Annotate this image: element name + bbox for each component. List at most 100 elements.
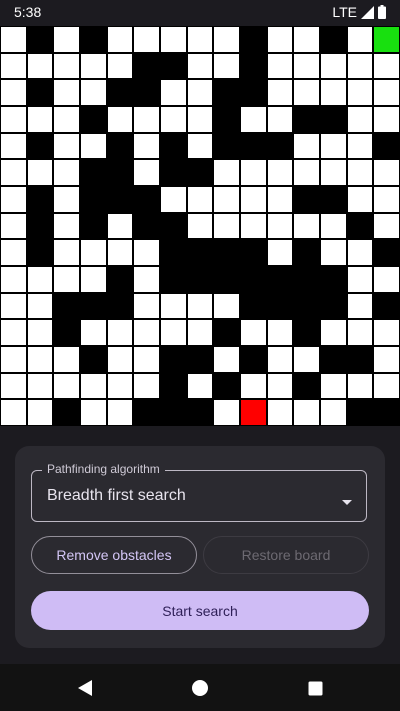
grid-cell[interactable] [53, 79, 80, 106]
grid-cell[interactable] [53, 52, 80, 80]
wall-cell[interactable] [373, 239, 400, 266]
grid-cell[interactable] [213, 185, 240, 213]
wall-cell[interactable] [26, 79, 54, 106]
grid-cell[interactable] [346, 105, 374, 133]
grid-cell[interactable] [346, 185, 374, 213]
grid-cell[interactable] [239, 185, 267, 213]
grid-cell[interactable] [346, 79, 374, 106]
grid-cell[interactable] [239, 319, 267, 346]
grid-cell[interactable] [293, 52, 320, 80]
wall-cell[interactable] [79, 212, 107, 240]
wall-cell[interactable] [133, 399, 160, 426]
wall-cell[interactable] [293, 239, 320, 266]
wall-cell[interactable] [159, 159, 187, 186]
grid-cell[interactable] [266, 319, 294, 346]
grid-cell[interactable] [319, 239, 347, 266]
pathfinding-grid[interactable] [0, 26, 400, 426]
grid-cell[interactable] [133, 105, 160, 133]
grid-cell[interactable] [266, 399, 294, 426]
wall-cell[interactable] [319, 26, 347, 53]
grid-cell[interactable] [159, 319, 187, 346]
grid-cell[interactable] [0, 105, 27, 133]
grid-cell[interactable] [319, 79, 347, 106]
grid-cell[interactable] [186, 52, 214, 80]
wall-cell[interactable] [53, 319, 80, 346]
grid-cell[interactable] [106, 372, 134, 400]
grid-cell[interactable] [319, 212, 347, 240]
wall-cell[interactable] [319, 265, 347, 293]
wall-cell[interactable] [186, 345, 214, 373]
remove-obstacles-button[interactable]: Remove obstacles [31, 536, 197, 574]
grid-cell[interactable] [133, 319, 160, 346]
wall-cell[interactable] [79, 345, 107, 373]
grid-cell[interactable] [319, 372, 347, 400]
grid-cell[interactable] [266, 26, 294, 53]
grid-cell[interactable] [0, 26, 27, 53]
wall-cell[interactable] [26, 185, 54, 213]
grid-cell[interactable] [373, 52, 400, 80]
grid-cell[interactable] [213, 292, 240, 320]
wall-cell[interactable] [266, 132, 294, 160]
wall-cell[interactable] [239, 132, 267, 160]
grid-cell[interactable] [0, 185, 27, 213]
grid-cell[interactable] [266, 185, 294, 213]
grid-cell[interactable] [0, 265, 27, 293]
grid-cell[interactable] [53, 372, 80, 400]
grid-cell[interactable] [346, 159, 374, 186]
grid-cell[interactable] [373, 265, 400, 293]
wall-cell[interactable] [53, 292, 80, 320]
wall-cell[interactable] [133, 212, 160, 240]
wall-cell[interactable] [159, 239, 187, 266]
wall-cell[interactable] [26, 212, 54, 240]
wall-cell[interactable] [239, 345, 267, 373]
grid-cell[interactable] [106, 26, 134, 53]
grid-cell[interactable] [319, 52, 347, 80]
wall-cell[interactable] [373, 399, 400, 426]
grid-cell[interactable] [319, 399, 347, 426]
grid-cell[interactable] [53, 345, 80, 373]
wall-cell[interactable] [319, 345, 347, 373]
grid-cell[interactable] [293, 212, 320, 240]
wall-cell[interactable] [293, 105, 320, 133]
grid-cell[interactable] [133, 265, 160, 293]
wall-cell[interactable] [106, 159, 134, 186]
grid-cell[interactable] [266, 52, 294, 80]
grid-cell[interactable] [239, 159, 267, 186]
wall-cell[interactable] [26, 239, 54, 266]
grid-cell[interactable] [186, 132, 214, 160]
grid-cell[interactable] [213, 52, 240, 80]
recents-icon[interactable] [305, 678, 325, 698]
wall-cell[interactable] [239, 26, 267, 53]
grid-cell[interactable] [373, 159, 400, 186]
restore-board-button[interactable]: Restore board [203, 536, 369, 574]
grid-cell[interactable] [293, 132, 320, 160]
wall-cell[interactable] [293, 292, 320, 320]
wall-cell[interactable] [239, 239, 267, 266]
grid-cell[interactable] [293, 159, 320, 186]
grid-cell[interactable] [186, 26, 214, 53]
grid-cell[interactable] [213, 212, 240, 240]
grid-cell[interactable] [186, 185, 214, 213]
grid-cell[interactable] [266, 212, 294, 240]
wall-cell[interactable] [79, 26, 107, 53]
wall-cell[interactable] [293, 372, 320, 400]
end-cell[interactable] [239, 399, 267, 426]
grid-cell[interactable] [373, 79, 400, 106]
grid-cell[interactable] [79, 79, 107, 106]
grid-cell[interactable] [106, 105, 134, 133]
grid-cell[interactable] [53, 159, 80, 186]
wall-cell[interactable] [79, 105, 107, 133]
grid-cell[interactable] [159, 105, 187, 133]
grid-cell[interactable] [159, 185, 187, 213]
wall-cell[interactable] [186, 265, 214, 293]
wall-cell[interactable] [79, 185, 107, 213]
grid-cell[interactable] [26, 345, 54, 373]
grid-cell[interactable] [239, 212, 267, 240]
grid-cell[interactable] [26, 105, 54, 133]
grid-cell[interactable] [79, 132, 107, 160]
wall-cell[interactable] [373, 292, 400, 320]
grid-cell[interactable] [106, 319, 134, 346]
grid-cell[interactable] [53, 105, 80, 133]
grid-cell[interactable] [346, 319, 374, 346]
grid-cell[interactable] [319, 319, 347, 346]
